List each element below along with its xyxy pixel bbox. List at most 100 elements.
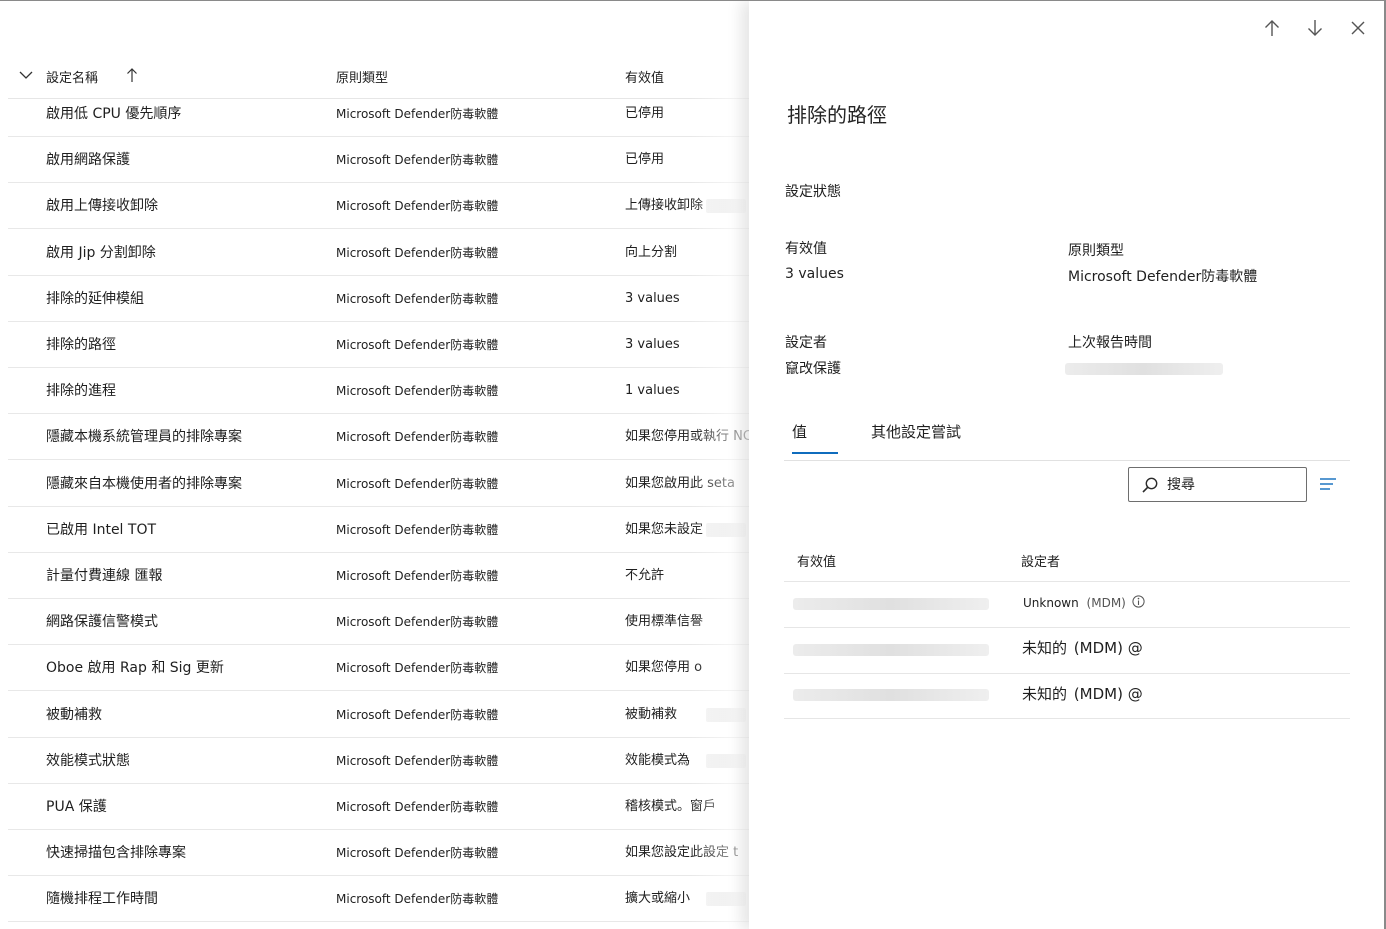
policy-type-cell: Microsoft Defender防毒軟體 <box>336 245 499 260</box>
values-row-divider <box>784 673 1350 674</box>
policy-type-value: Microsoft Defender防毒軟體 <box>1068 269 1258 285</box>
table-row[interactable]: 隱藏來自本機使用者的排除專案 Microsoft Defender防毒軟體 如果您啟… <box>8 461 760 507</box>
arrow-up-icon <box>1265 20 1279 36</box>
set-by-text: 未知的 <box>1022 685 1068 703</box>
table-row[interactable]: 快速掃描包含排除專案 Microsoft Defender防毒軟體 如果您設定此設定… <box>8 830 760 877</box>
setting-name-cell[interactable]: 快速掃描包含排除專案 <box>46 830 326 876</box>
policy-type-cell: Microsoft Defender防毒軟體 <box>336 615 499 630</box>
setting-name-cell[interactable]: 計量付費連線 匯報 <box>46 553 326 599</box>
policy-type-cell: Microsoft Defender防毒軟體 <box>336 291 499 306</box>
value-redacted <box>793 644 989 656</box>
setting-name-cell[interactable]: 啟用低 CPU 優先順序 <box>46 91 326 137</box>
setting-name-cell[interactable]: 已啟用 Intel TOT <box>46 507 326 553</box>
value-redacted <box>706 522 746 537</box>
table-row[interactable]: Oboe 啟用 Rap 和 Sig 更新 Microsoft Defender防毒… <box>8 645 760 692</box>
setting-name-cell[interactable]: 啟用網路保護 <box>46 137 326 183</box>
setting-name-cell[interactable]: 被動補救 <box>46 692 326 738</box>
policy-type-cell: Microsoft Defender防毒軟體 <box>336 753 499 768</box>
search-box[interactable] <box>1128 467 1307 502</box>
policy-type-cell: Microsoft Defender防毒軟體 <box>336 522 499 537</box>
column-header-setting-name[interactable]: 設定名稱 <box>46 67 98 86</box>
values-row-divider <box>784 627 1350 628</box>
tab-other-attempts[interactable]: 其他設定嘗試 <box>871 421 961 442</box>
policy-type-cell: Microsoft Defender防毒軟體 <box>336 107 499 121</box>
values-row-divider <box>784 718 1350 719</box>
values-column-set-by[interactable]: 設定者 <box>1021 551 1060 570</box>
policy-type-cell: Microsoft Defender防毒軟體 <box>336 199 499 214</box>
setting-name-cell[interactable]: 啟用上傳接收卸除 <box>46 183 326 229</box>
previous-item-button[interactable] <box>1259 15 1285 41</box>
search-icon <box>1142 477 1158 493</box>
table-row[interactable]: 網路保護信警模式 Microsoft Defender防毒軟體 使用標準信譽 <box>8 599 760 646</box>
policy-type-label: 原則類型 <box>1068 243 1124 259</box>
table-row[interactable]: 已啟用 Intel TOT Microsoft Defender防毒軟體 如果您未設… <box>8 507 760 553</box>
policy-type-cell: Microsoft Defender防毒軟體 <box>336 800 499 814</box>
setting-name-cell[interactable]: 隨機排程工作時間 <box>46 876 326 922</box>
set-by-label: 設定者 <box>785 335 827 351</box>
table-row[interactable]: 啟用 Jip 分割卸除 Microsoft Defender防毒軟體 向上分割 <box>8 230 760 276</box>
effective-value: 3 values <box>785 266 844 282</box>
values-header-divider <box>784 581 1350 582</box>
tab-values[interactable]: 值 <box>792 421 807 442</box>
table-row[interactable]: 被動補救 Microsoft Defender防毒軟體 被動補救 <box>8 692 760 738</box>
table-row[interactable]: 啟用低 CPU 優先順序 Microsoft Defender防毒軟體 已停用 <box>8 91 760 137</box>
window: 設定名稱 原則類型 有效值 啟用低 CPU 優先順序 Microsoft Defe… <box>0 0 1386 929</box>
setting-status-label: 設定狀態 <box>785 184 841 200</box>
table-row[interactable]: 排除的進程 Microsoft Defender防毒軟體 1 values <box>8 368 760 415</box>
search-input[interactable] <box>1167 476 1287 493</box>
sort-ascending-icon[interactable] <box>126 67 138 83</box>
filter-icon[interactable] <box>1318 475 1338 493</box>
values-row-set-by: Unknown (MDM) <box>1023 595 1145 610</box>
policy-type-cell: Microsoft Defender防毒軟體 <box>336 338 499 352</box>
value-redacted <box>706 707 746 722</box>
set-by-suffix: (MDM) @ <box>1073 685 1143 703</box>
setting-name-cell[interactable]: 網路保護信警模式 <box>46 599 326 645</box>
panel-title: 排除的路徑 <box>787 103 887 127</box>
details-panel: 排除的路徑 設定狀態 有效值 3 values 原則類型 Microsoft D… <box>749 1 1384 929</box>
setting-name-cell[interactable]: PUA 保護 <box>46 784 326 830</box>
policy-type-cell: Microsoft Defender防毒軟體 <box>336 430 499 445</box>
set-by-suffix: (MDM) @ <box>1073 639 1143 657</box>
tab-divider <box>784 460 1350 461</box>
value-redacted <box>793 689 989 701</box>
next-item-button[interactable] <box>1302 15 1328 41</box>
table-row[interactable]: 效能模式狀態 Microsoft Defender防毒軟體 效能模式為 <box>8 738 760 784</box>
table-row[interactable]: PUA 保護 Microsoft Defender防毒軟體 稽核模式。窗戶 <box>8 784 760 830</box>
effective-value-label: 有效值 <box>785 241 827 257</box>
value-redacted <box>706 753 746 768</box>
table-row[interactable]: 啟用網路保護 Microsoft Defender防毒軟體 已停用 <box>8 137 760 184</box>
policy-type-cell: Microsoft Defender防毒軟體 <box>336 892 499 907</box>
close-icon <box>1351 21 1365 35</box>
setting-name-cell[interactable]: 隱藏來自本機使用者的排除專案 <box>46 461 326 507</box>
table-row[interactable]: 啟用上傳接收卸除 Microsoft Defender防毒軟體 上傳接收卸除 <box>8 183 760 230</box>
policy-type-cell: Microsoft Defender防毒軟體 <box>336 846 499 861</box>
close-button[interactable] <box>1345 15 1371 41</box>
set-by-suffix: (MDM) <box>1086 596 1126 610</box>
setting-name-cell[interactable]: Oboe 啟用 Rap 和 Sig 更新 <box>46 645 326 691</box>
set-by-value: 竄改保護 <box>785 361 841 377</box>
table-row[interactable]: 排除的延伸模組 Microsoft Defender防毒軟體 3 values <box>8 276 760 322</box>
setting-name-cell[interactable]: 效能模式狀態 <box>46 738 326 784</box>
last-report-redacted <box>1065 363 1223 375</box>
chevron-down-icon[interactable] <box>19 69 33 81</box>
values-column-effective[interactable]: 有效值 <box>797 551 836 570</box>
settings-table: 設定名稱 原則類型 有效值 啟用低 CPU 優先順序 Microsoft Defe… <box>0 1 760 929</box>
setting-name-cell[interactable]: 啟用 Jip 分割卸除 <box>46 230 326 276</box>
tab-active-indicator <box>792 452 838 454</box>
values-row-set-by: 未知的 (MDM) @ <box>1022 683 1143 704</box>
table-row[interactable]: 隱藏本機系統管理員的排除專案 Microsoft Defender防毒軟體 如果您停… <box>8 414 760 461</box>
policy-type-cell: Microsoft Defender防毒軟體 <box>336 476 499 491</box>
column-header-policy-type[interactable]: 原則類型 <box>336 67 388 86</box>
info-icon[interactable] <box>1132 595 1145 608</box>
setting-name-cell[interactable]: 隱藏本機系統管理員的排除專案 <box>46 414 326 460</box>
table-row[interactable]: 排除的路徑 Microsoft Defender防毒軟體 3 values <box>8 322 760 368</box>
set-by-text: Unknown <box>1023 596 1079 610</box>
setting-name-cell[interactable]: 排除的路徑 <box>46 322 326 368</box>
value-redacted <box>793 598 989 610</box>
table-row[interactable]: 計量付費連線 匯報 Microsoft Defender防毒軟體 不允許 <box>8 553 760 599</box>
table-row[interactable]: 隨機排程工作時間 Microsoft Defender防毒軟體 擴大或縮小 <box>8 876 760 923</box>
setting-name-cell[interactable]: 排除的進程 <box>46 368 326 414</box>
values-row-set-by: 未知的 (MDM) @ <box>1022 637 1143 658</box>
setting-name-cell[interactable]: 排除的延伸模組 <box>46 276 326 322</box>
column-header-effective-value[interactable]: 有效值 <box>625 67 664 86</box>
